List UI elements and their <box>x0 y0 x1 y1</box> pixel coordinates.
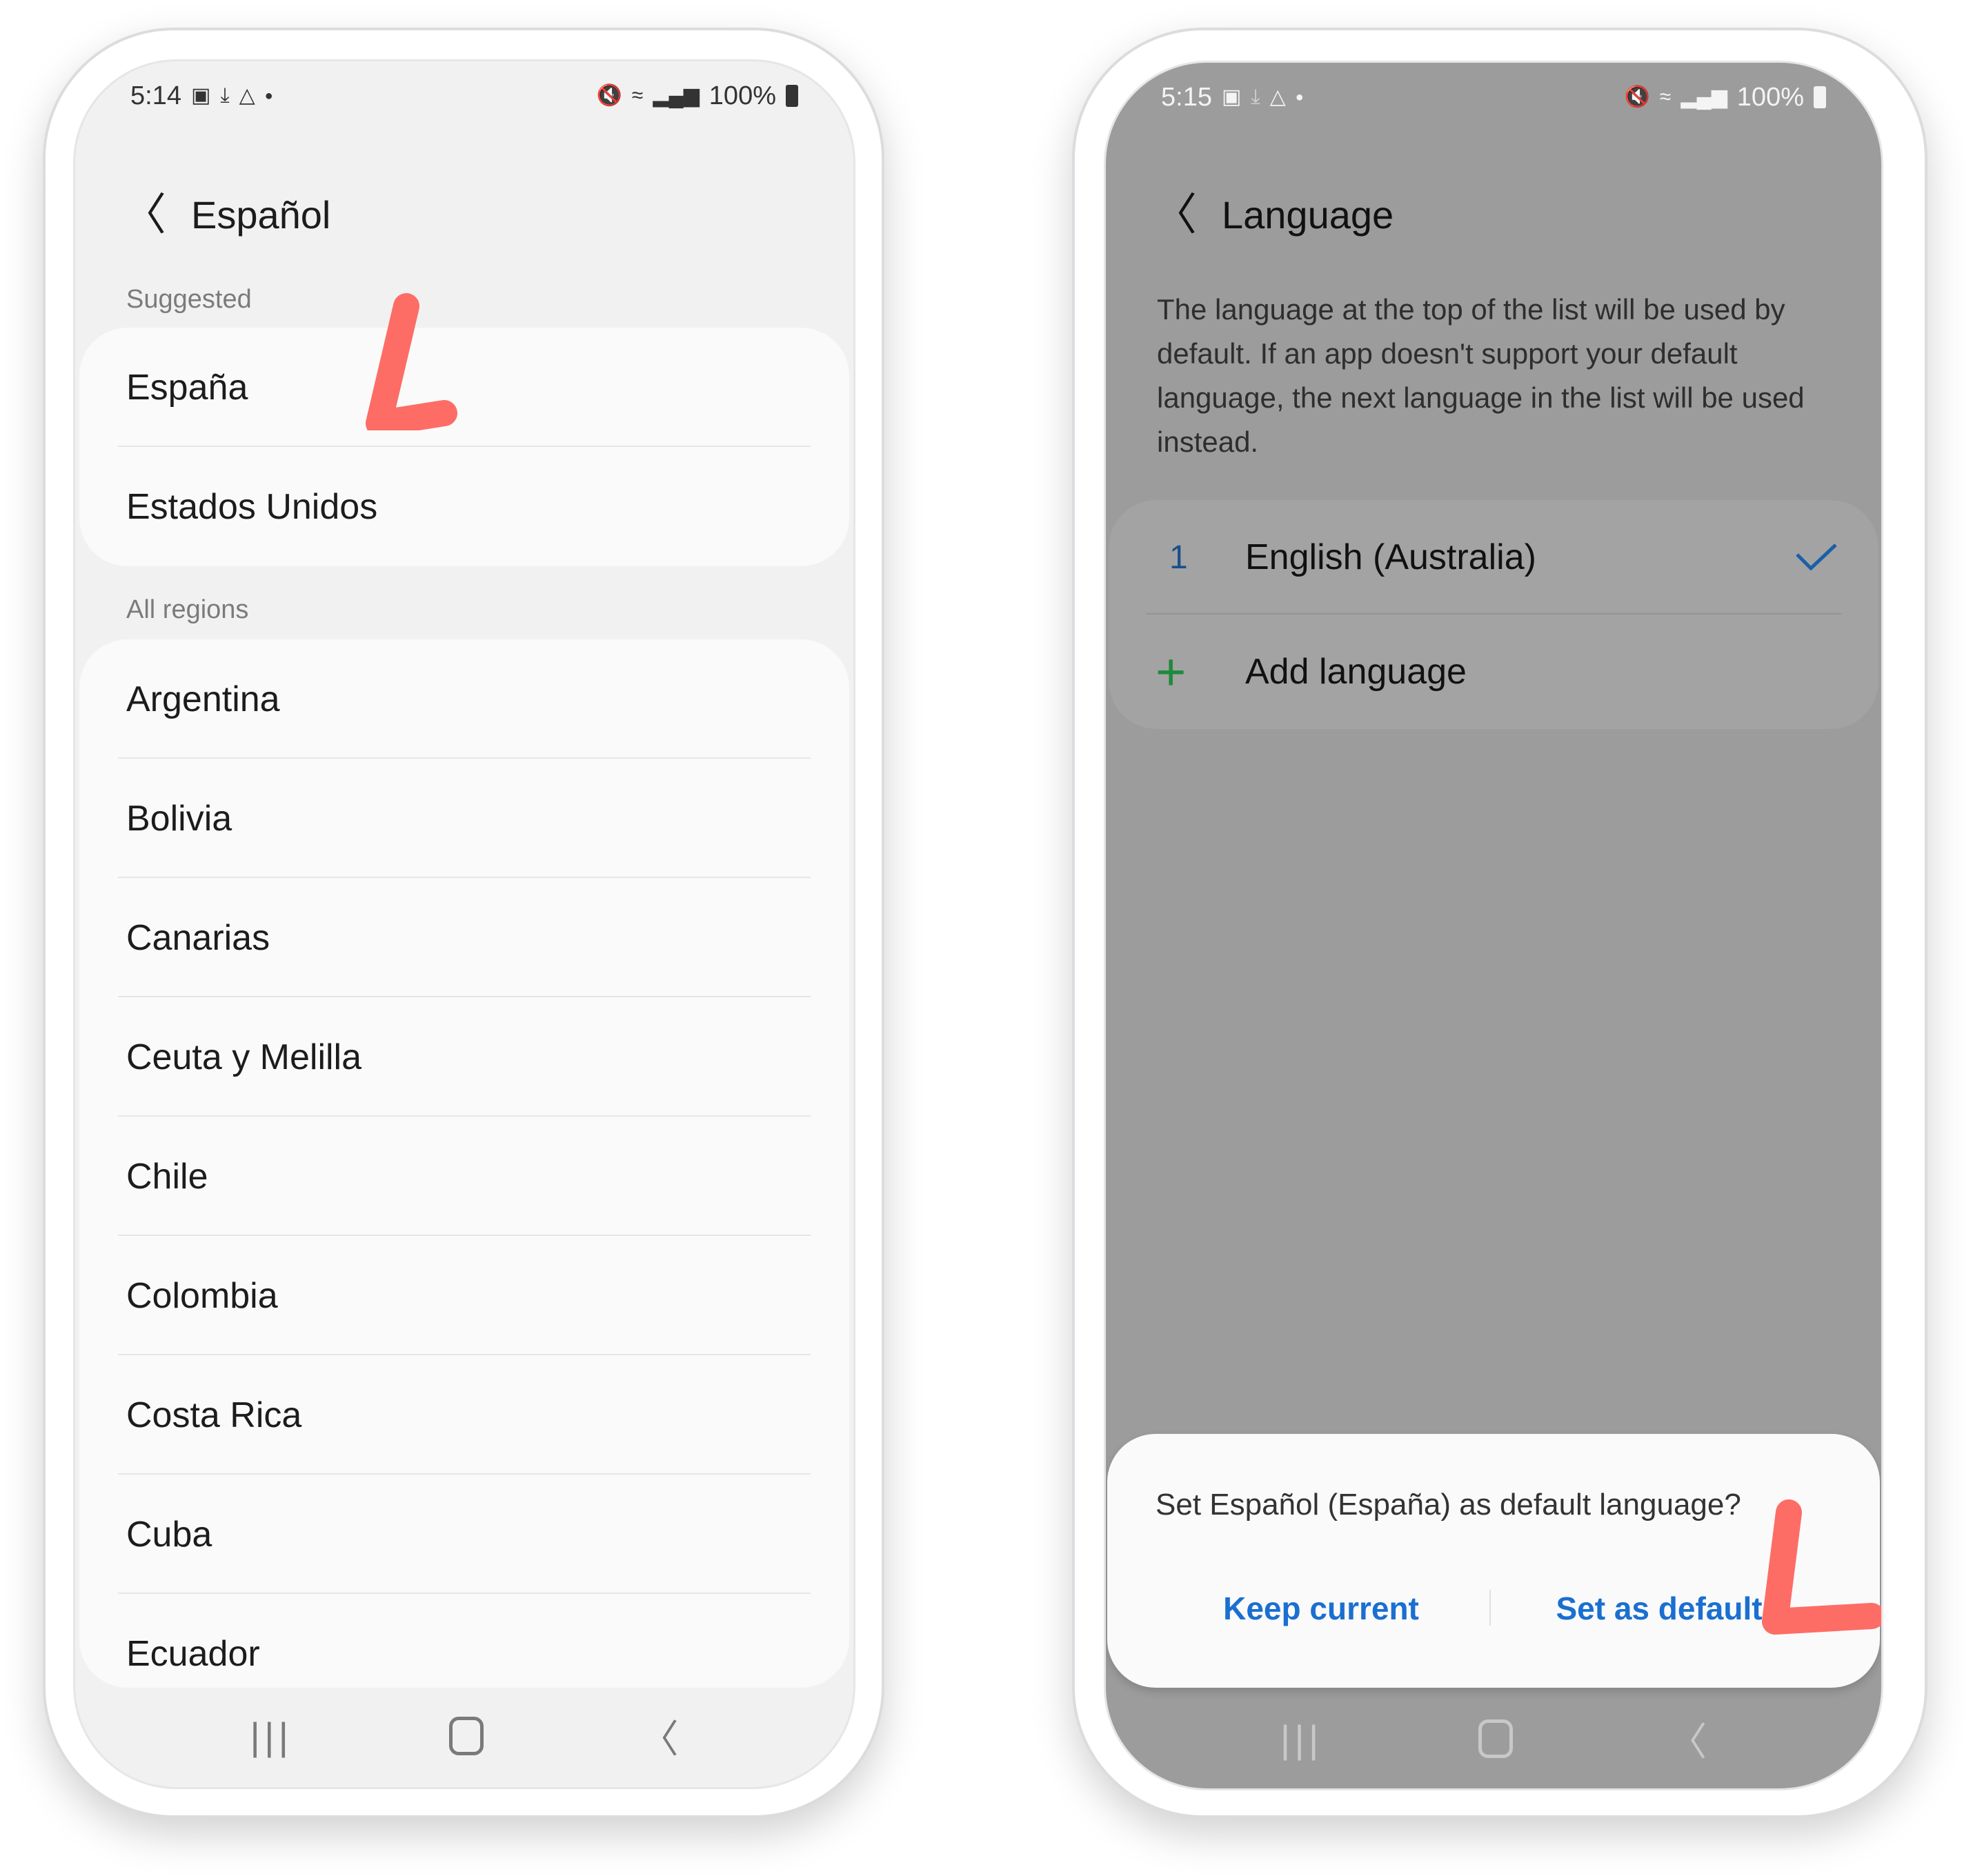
list-item-label: España <box>126 367 248 408</box>
right-screen: 5:15 ▣ ⤓ △ ● 🔇 ≈ ▂▄▆ 100% 〈 Language The… <box>1104 61 1883 1790</box>
mute-icon: 🔇 <box>596 84 622 107</box>
list-item[interactable]: Ecuador <box>79 1594 849 1688</box>
status-time: 5:15 <box>1161 82 1212 112</box>
annotation-check-mark <box>1762 1499 1881 1635</box>
add-language-button[interactable]: + Add language <box>1109 615 1878 729</box>
left-screen: 5:14 ▣ ⤓ △ ● 🔇 ≈ ▂▄▆ 100% 〈 Español Sugg… <box>73 59 855 1789</box>
list-item-label: Bolivia <box>126 798 232 839</box>
gallery-icon: ▣ <box>190 84 211 107</box>
drive-icon: △ <box>1269 86 1286 108</box>
drive-icon: △ <box>239 84 255 107</box>
dialog-button-divider <box>1489 1590 1491 1626</box>
battery-percent: 100% <box>708 81 776 110</box>
dialog-question: Set Español (España) as default language… <box>1156 1488 1741 1521</box>
list-item-label: Argentina <box>126 679 280 719</box>
battery-percent: 100% <box>1736 82 1804 112</box>
home-icon[interactable] <box>448 1717 484 1755</box>
section-label-suggested: Suggested <box>126 285 252 314</box>
home-icon[interactable] <box>1478 1719 1513 1758</box>
list-item-label: Canarias <box>126 917 270 958</box>
list-item[interactable]: Argentina <box>79 639 849 759</box>
recents-icon[interactable]: ||| <box>250 1714 293 1759</box>
mute-icon: 🔇 <box>1624 86 1650 108</box>
language-item[interactable]: 1 English (Australia) <box>1109 500 1878 615</box>
download-icon: ⤓ <box>1251 86 1260 108</box>
list-item-espana[interactable]: España <box>79 328 849 447</box>
list-item-label: Ecuador <box>126 1633 260 1674</box>
list-item[interactable]: Bolivia <box>79 759 849 878</box>
battery-icon <box>1814 86 1826 108</box>
navigation-bar: ||| 〈 <box>75 1695 853 1777</box>
description-text: The language at the top of the list will… <box>1157 293 1805 458</box>
back-button[interactable]: 〈 <box>117 192 172 237</box>
list-item-label: Costa Rica <box>126 1395 302 1435</box>
language-name: English (Australia) <box>1245 537 1536 577</box>
page-title: Language <box>1222 192 1394 237</box>
dot-icon: ● <box>264 88 273 103</box>
regions-list: Argentina Bolivia Canarias Ceuta y Melil… <box>79 639 849 1688</box>
gallery-icon: ▣ <box>1221 86 1242 108</box>
back-icon[interactable]: 〈 <box>1668 1711 1707 1767</box>
list-item[interactable]: Cuba <box>79 1475 849 1594</box>
status-bar: 5:14 ▣ ⤓ △ ● 🔇 ≈ ▂▄▆ 100% <box>130 81 798 111</box>
download-icon: ⤓ <box>220 84 230 107</box>
annotation-check-mark <box>366 293 457 430</box>
plus-icon: + <box>1156 642 1187 701</box>
list-item-label: Colombia <box>126 1275 278 1316</box>
language-list: 1 English (Australia) + Add language <box>1109 500 1878 729</box>
page-header: 〈 Language <box>1106 186 1881 243</box>
status-time: 5:14 <box>130 81 181 110</box>
back-icon[interactable]: 〈 <box>640 1708 679 1764</box>
navigation-bar: ||| 〈 <box>1106 1697 1881 1780</box>
battery-icon <box>786 85 798 107</box>
list-item[interactable]: Canarias <box>79 878 849 997</box>
list-item[interactable]: Costa Rica <box>79 1355 849 1475</box>
list-item-label: Cuba <box>126 1514 212 1555</box>
dot-icon: ● <box>1295 90 1304 105</box>
check-icon <box>1796 543 1837 571</box>
page-header: 〈 Español <box>75 186 853 243</box>
right-phone-frame: 5:15 ▣ ⤓ △ ● 🔇 ≈ ▂▄▆ 100% 〈 Language The… <box>1072 28 1927 1818</box>
left-phone-frame: 5:14 ▣ ⤓ △ ● 🔇 ≈ ▂▄▆ 100% 〈 Español Sugg… <box>43 28 884 1818</box>
suggested-list: España Estados Unidos <box>79 328 849 566</box>
recents-icon[interactable]: ||| <box>1280 1717 1323 1762</box>
list-item[interactable]: Chile <box>79 1117 849 1236</box>
wifi-icon: ≈ <box>1659 86 1672 108</box>
page-title: Español <box>191 192 331 237</box>
list-item[interactable]: Ceuta y Melilla <box>79 997 849 1117</box>
status-bar: 5:15 ▣ ⤓ △ ● 🔇 ≈ ▂▄▆ 100% <box>1161 82 1826 112</box>
list-item-label: Chile <box>126 1156 208 1197</box>
wifi-icon: ≈ <box>631 84 644 107</box>
signal-icon: ▂▄▆ <box>1680 86 1727 108</box>
signal-icon: ▂▄▆ <box>653 84 700 107</box>
back-button[interactable]: 〈 <box>1147 192 1202 237</box>
language-index: 1 <box>1169 539 1188 576</box>
keep-current-button[interactable]: Keep current <box>1176 1590 1466 1627</box>
list-item-label: Estados Unidos <box>126 486 378 527</box>
list-item-label: Ceuta y Melilla <box>126 1037 362 1077</box>
list-item[interactable]: Colombia <box>79 1236 849 1355</box>
list-item-estados-unidos[interactable]: Estados Unidos <box>79 447 849 566</box>
add-language-label: Add language <box>1245 652 1467 692</box>
section-label-all-regions: All regions <box>126 595 249 624</box>
